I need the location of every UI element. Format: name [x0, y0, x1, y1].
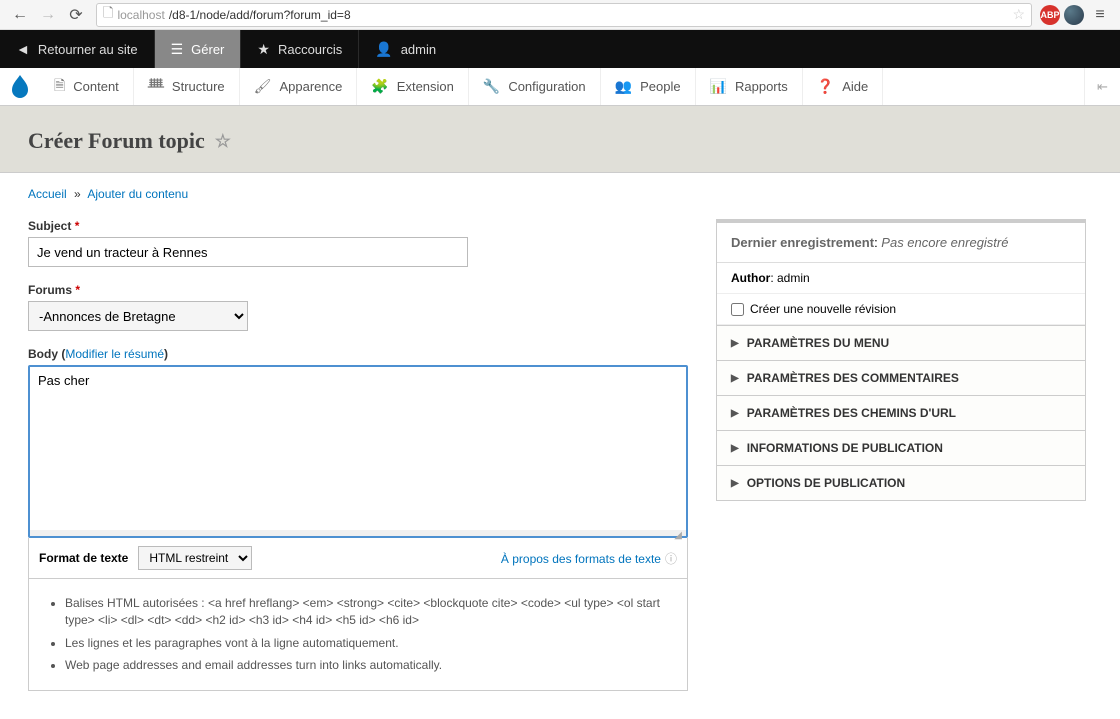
text-format-bar: Format de texte HTML restreint À propos … — [28, 538, 688, 579]
nav-people[interactable]: 👥People — [601, 68, 696, 105]
back-to-site-link[interactable]: ◄ Retourner au site — [0, 30, 155, 68]
new-revision-checkbox[interactable] — [731, 303, 744, 316]
body-label: Body (Modifier le résumé) — [28, 347, 688, 361]
address-bar[interactable]: 🗋 localhost /d8-1/node/add/forum?forum_i… — [96, 3, 1032, 27]
user-link[interactable]: 👤 admin — [359, 30, 452, 68]
url-host: localhost — [117, 8, 164, 22]
chart-icon: 📊 — [710, 78, 727, 95]
forums-label: Forums * — [28, 283, 688, 297]
about-formats-link[interactable]: À propos des formats de texteⓘ — [501, 550, 677, 567]
shortcuts-link[interactable]: ★ Raccourcis — [241, 30, 359, 68]
people-icon: 👥 — [615, 78, 632, 95]
nav-extend[interactable]: 🧩Extension — [357, 68, 469, 105]
chevron-right-icon: ▶ — [731, 338, 739, 349]
back-arrow-icon: ◄ — [16, 41, 30, 57]
user-icon: 👤 — [375, 41, 392, 58]
extension-icon[interactable] — [1064, 5, 1084, 25]
body-field-wrap: Pas cher ◢ — [28, 365, 688, 538]
tip-item: Les lignes et les paragraphes vont à la … — [65, 635, 669, 652]
nav-appearance[interactable]: 🖌Apparence — [240, 68, 358, 105]
page-header: Créer Forum topic ☆ — [0, 106, 1120, 173]
accordion-menu-settings[interactable]: ▶ PARAMÈTRES DU MENU — [716, 326, 1086, 361]
help-icon: ❓ — [817, 78, 834, 95]
tip-item: Balises HTML autorisées : <a href hrefla… — [65, 595, 669, 629]
nav-structure[interactable]: ᚙStructure — [134, 68, 240, 105]
breadcrumb-add[interactable]: Ajouter du contenu — [87, 187, 188, 201]
toolbar-orientation-toggle[interactable]: ⇤ — [1084, 68, 1120, 105]
chevron-right-icon: ▶ — [731, 408, 739, 419]
drupal-logo-icon[interactable] — [0, 68, 40, 105]
admin-toolbar: 🗎Content ᚙStructure 🖌Apparence 🧩Extensio… — [0, 68, 1120, 106]
author-row: Author: admin — [717, 263, 1085, 294]
breadcrumb: Accueil » Ajouter du contenu — [28, 187, 1092, 201]
manage-toggle[interactable]: ☰ Gérer — [155, 30, 242, 68]
accordion-comment-settings[interactable]: ▶ PARAMÈTRES DES COMMENTAIRES — [716, 361, 1086, 396]
forward-button[interactable]: → — [36, 3, 60, 27]
subject-label: Subject * — [28, 219, 688, 233]
favorite-star-icon[interactable]: ☆ — [215, 131, 231, 152]
tip-item: Web page addresses and email addresses t… — [65, 657, 669, 674]
star-icon: ★ — [257, 41, 270, 58]
url-path: /d8-1/node/add/forum?forum_id=8 — [169, 8, 351, 22]
back-button[interactable]: ← — [8, 3, 32, 27]
help-circle-icon: ⓘ — [665, 552, 677, 566]
sidebar-meta: Dernier enregistrement: Pas encore enreg… — [716, 219, 1086, 326]
body-textarea[interactable]: Pas cher — [30, 367, 686, 527]
browser-menu-icon[interactable]: ≡ — [1088, 3, 1112, 27]
abp-extension-icon[interactable]: ABP — [1040, 5, 1060, 25]
wrench-icon: 🔧 — [483, 78, 500, 95]
breadcrumb-home[interactable]: Accueil — [28, 187, 67, 201]
accordion-url-settings[interactable]: ▶ PARAMÈTRES DES CHEMINS D'URL — [716, 396, 1086, 431]
file-icon: 🗎 — [54, 75, 65, 99]
hamburger-icon: ☰ — [171, 41, 184, 58]
text-format-select[interactable]: HTML restreint — [138, 546, 252, 570]
nav-help[interactable]: ❓Aide — [803, 68, 883, 105]
bookmark-star-icon[interactable]: ☆ — [1012, 6, 1025, 23]
brush-icon: 🖌 — [254, 78, 272, 95]
filter-tips: Balises HTML autorisées : <a href hrefla… — [28, 579, 688, 691]
new-revision-row: Créer une nouvelle révision — [717, 294, 1085, 325]
site-toolbar: ◄ Retourner au site ☰ Gérer ★ Raccourcis… — [0, 30, 1120, 68]
accordion-publishing-info[interactable]: ▶ INFORMATIONS DE PUBLICATION — [716, 431, 1086, 466]
page-icon: 🗋 — [103, 4, 113, 26]
reload-button[interactable]: ⟳ — [64, 3, 88, 27]
plug-icon: 🧩 — [371, 78, 388, 95]
structure-icon: ᚙ — [148, 78, 164, 95]
chevron-right-icon: ▶ — [731, 478, 739, 489]
accordion-publishing-options[interactable]: ▶ OPTIONS DE PUBLICATION — [716, 466, 1086, 501]
nav-content[interactable]: 🗎Content — [40, 68, 134, 105]
edit-summary-link[interactable]: Modifier le résumé — [65, 347, 164, 361]
page-title: Créer Forum topic ☆ — [28, 128, 1092, 154]
forums-select[interactable]: -Annonces de Bretagne — [28, 301, 248, 331]
last-saved-row: Dernier enregistrement: Pas encore enreg… — [717, 223, 1085, 263]
browser-toolbar: ← → ⟳ 🗋 localhost /d8-1/node/add/forum?f… — [0, 0, 1120, 30]
nav-configuration[interactable]: 🔧Configuration — [469, 68, 601, 105]
chevron-right-icon: ▶ — [731, 373, 739, 384]
nav-reports[interactable]: 📊Rapports — [696, 68, 803, 105]
subject-input[interactable] — [28, 237, 468, 267]
resize-handle[interactable]: ◢ — [30, 530, 686, 536]
chevron-right-icon: ▶ — [731, 443, 739, 454]
